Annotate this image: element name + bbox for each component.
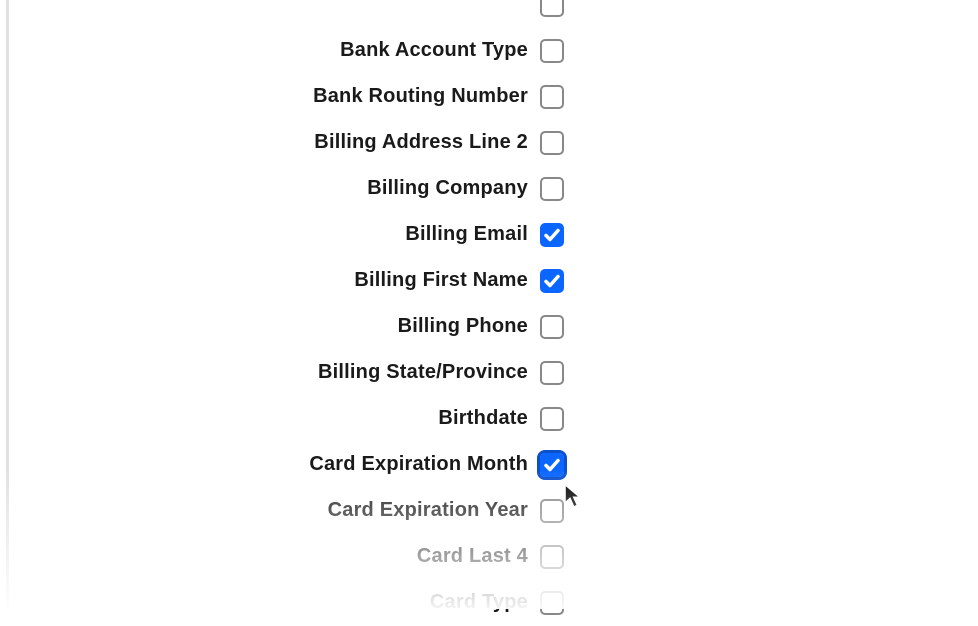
checkbox-billing-phone[interactable] xyxy=(540,315,564,339)
field-row: Billing Company xyxy=(0,166,978,211)
field-label: Billing State/Province xyxy=(0,361,540,384)
checkbox-card-expiration-month[interactable] xyxy=(540,453,564,477)
field-label: Card Type xyxy=(0,591,540,614)
field-label: Card Expiration Month xyxy=(0,453,540,476)
checkbox-field-0[interactable] xyxy=(540,0,564,17)
checkbox-bank-routing-number[interactable] xyxy=(540,85,564,109)
field-row: Birthdate xyxy=(0,396,978,441)
field-row: Card Expiration Month xyxy=(0,442,978,487)
field-row: Billing Phone xyxy=(0,304,978,349)
checkbox-billing-company[interactable] xyxy=(540,177,564,201)
checkbox-billing-address-line-2[interactable] xyxy=(540,131,564,155)
field-label: Birthdate xyxy=(0,407,540,430)
field-row: Card Last 4 xyxy=(0,534,978,579)
checkbox-billing-state-province[interactable] xyxy=(540,361,564,385)
field-label: Billing Address Line 2 xyxy=(0,131,540,154)
checkbox-bank-account-type[interactable] xyxy=(540,39,564,63)
field-label: Card Expiration Year xyxy=(0,499,540,522)
field-label: Bank Account Type xyxy=(0,39,540,62)
field-row: Billing State/Province xyxy=(0,350,978,395)
field-label: Billing Email xyxy=(0,223,540,246)
checkbox-card-type[interactable] xyxy=(540,591,564,615)
field-label: Billing Phone xyxy=(0,315,540,338)
field-row xyxy=(0,0,978,27)
field-row: Billing Email xyxy=(0,212,978,257)
field-row: Bank Account Type xyxy=(0,28,978,73)
field-label: Bank Routing Number xyxy=(0,85,540,108)
checkbox-card-last-4[interactable] xyxy=(540,545,564,569)
checkbox-billing-email[interactable] xyxy=(540,223,564,247)
checkbox-card-expiration-year[interactable] xyxy=(540,499,564,523)
field-label: Billing First Name xyxy=(0,269,540,292)
field-row: Card Expiration Year xyxy=(0,488,978,533)
field-row: Bank Routing Number xyxy=(0,74,978,119)
field-label: Card Last 4 xyxy=(0,545,540,568)
field-row: Card Type xyxy=(0,580,978,625)
field-row: Billing First Name xyxy=(0,258,978,303)
field-row: Billing Address Line 2 xyxy=(0,120,978,165)
checkbox-billing-first-name[interactable] xyxy=(540,269,564,293)
checkbox-birthdate[interactable] xyxy=(540,407,564,431)
field-label: Billing Company xyxy=(0,177,540,200)
checkbox-form-list: Bank Account Type Bank Routing Number Bi… xyxy=(0,0,978,626)
